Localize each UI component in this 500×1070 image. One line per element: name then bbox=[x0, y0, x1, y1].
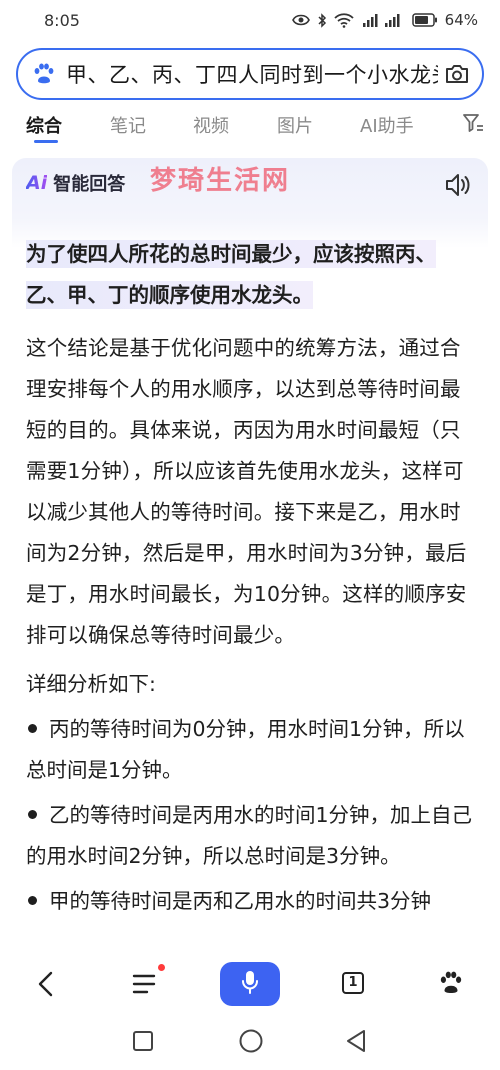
voice-search-button[interactable] bbox=[220, 962, 280, 1006]
tab-all[interactable]: 综合 bbox=[26, 112, 62, 138]
bullet-text: 丙的等待时间为0分钟，用水时间1分钟，所以总时间是1分钟。 bbox=[26, 717, 465, 782]
baidu-paw-icon bbox=[32, 62, 56, 86]
answer-paragraph: 这个结论是基于优化问题中的统筹方法，通过合理安排每个人的用水顺序，以达到总等待时… bbox=[26, 336, 467, 647]
bullet-dot bbox=[28, 723, 37, 733]
wifi-icon bbox=[334, 12, 354, 28]
list-item: 乙的等待时间是丙用水的时间1分钟，加上自己的用水时间2分钟，所以总时间是3分钟。 bbox=[26, 795, 476, 877]
signal-4g-icon bbox=[361, 13, 405, 28]
ai-answer-title: 智能回答 bbox=[53, 174, 126, 195]
ai-logo: Ai bbox=[26, 172, 48, 194]
bluetooth-icon bbox=[317, 12, 327, 28]
microphone-icon bbox=[240, 969, 260, 999]
list-item: 丙的等待时间为0分钟，用水时间1分钟，所以总时间是1分钟。 bbox=[26, 709, 476, 791]
bullet-dot bbox=[28, 809, 37, 819]
tab-ai-assistant[interactable]: AI助手 bbox=[360, 112, 414, 138]
ai-answer-body: 为了使四人所花的总时间最少，应该按照丙、乙、甲、丁的顺序使用水龙头。 这个结论是… bbox=[26, 234, 476, 926]
search-input[interactable]: 甲、乙、丙、丁四人同时到一个小水龙头处打水 bbox=[66, 59, 438, 89]
eye-icon bbox=[291, 14, 310, 26]
battery-icon bbox=[411, 13, 438, 27]
answer-bullet-list: 丙的等待时间为0分钟，用水时间1分钟，所以总时间是1分钟。 乙的等待时间是丙用水… bbox=[26, 709, 476, 922]
filter-icon[interactable] bbox=[462, 112, 484, 138]
camera-icon[interactable] bbox=[444, 62, 470, 86]
speaker-icon[interactable] bbox=[444, 172, 472, 202]
status-icons: 64% bbox=[291, 11, 478, 29]
back-icon[interactable] bbox=[36, 970, 56, 1002]
tab-notes[interactable]: 笔记 bbox=[110, 112, 146, 138]
active-tab-indicator bbox=[34, 140, 58, 143]
baidu-paw-icon[interactable] bbox=[438, 970, 464, 1000]
tab-videos[interactable]: 视频 bbox=[193, 112, 229, 138]
search-tabs: 综合 笔记 视频 图片 AI助手 bbox=[0, 104, 500, 144]
watermark: 梦琦生活网 bbox=[150, 166, 291, 196]
back-triangle-icon[interactable] bbox=[344, 1028, 368, 1058]
menu-icon[interactable] bbox=[132, 972, 158, 1000]
bullet-dot bbox=[28, 895, 37, 905]
answer-subheading: 详细分析如下: bbox=[26, 672, 156, 696]
bullet-text: 甲的等待时间是丙和乙用水的时间共3分钟 bbox=[49, 889, 432, 913]
search-bar[interactable]: 甲、乙、丙、丁四人同时到一个小水龙头处打水 bbox=[16, 48, 484, 100]
answer-summary-text: 为了使四人所花的总时间最少，应该按照丙、乙、甲、丁的顺序使用水龙头。 bbox=[26, 240, 436, 309]
ai-answer-header: Ai 智能回答 bbox=[26, 170, 125, 196]
bullet-text: 乙的等待时间是丙用水的时间1分钟，加上自己的用水时间2分钟，所以总时间是3分钟。 bbox=[26, 803, 473, 868]
recent-apps-icon[interactable] bbox=[132, 1030, 154, 1056]
notification-dot bbox=[158, 964, 165, 971]
battery-percent: 64% bbox=[444, 11, 478, 29]
tab-images[interactable]: 图片 bbox=[277, 112, 313, 138]
status-bar: 8:05 64% bbox=[0, 0, 500, 40]
tab-count-button[interactable]: 1 bbox=[342, 972, 364, 994]
status-time: 8:05 bbox=[44, 10, 80, 30]
home-icon[interactable] bbox=[238, 1028, 264, 1058]
answer-summary: 为了使四人所花的总时间最少，应该按照丙、乙、甲、丁的顺序使用水龙头。 bbox=[26, 234, 476, 316]
list-item: 甲的等待时间是丙和乙用水的时间共3分钟 bbox=[26, 881, 476, 922]
